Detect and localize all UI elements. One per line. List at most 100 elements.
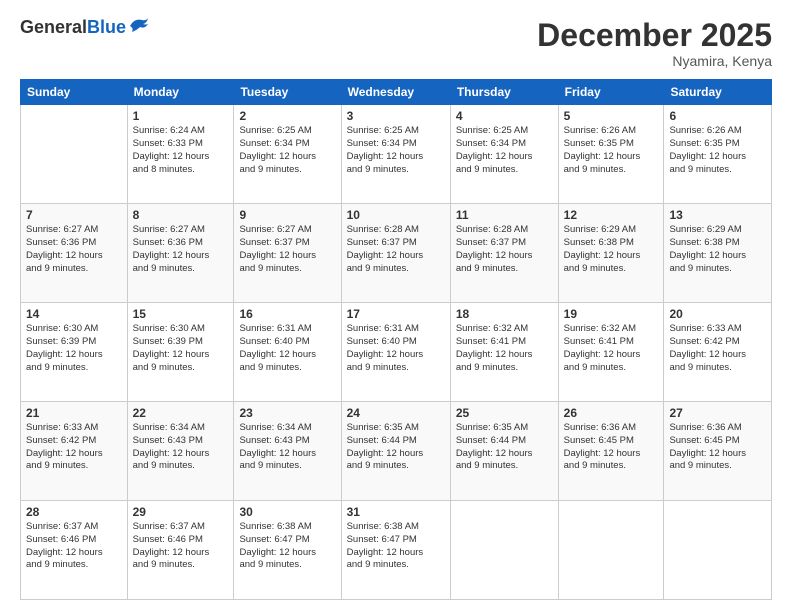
day-number: 17 [347,307,445,321]
week-row-3: 21 Sunrise: 6:33 AMSunset: 6:42 PMDayligh… [21,402,772,501]
header-row: SundayMondayTuesdayWednesdayThursdayFrid… [21,80,772,105]
day-number: 7 [26,208,122,222]
day-number: 26 [564,406,659,420]
cell-info: Sunrise: 6:25 AMSunset: 6:34 PMDaylight:… [456,125,553,176]
calendar-cell: 16 Sunrise: 6:31 AMSunset: 6:40 PMDayligh… [234,303,341,402]
day-number: 14 [26,307,122,321]
logo: GeneralBlue [20,18,150,36]
day-number: 29 [133,505,229,519]
day-number: 27 [669,406,766,420]
calendar-cell [558,501,664,600]
calendar-cell: 12 Sunrise: 6:29 AMSunset: 6:38 PMDayligh… [558,204,664,303]
day-number: 2 [239,109,335,123]
header: GeneralBlue December 2025 Nyamira, Kenya [20,18,772,69]
cell-info: Sunrise: 6:29 AMSunset: 6:38 PMDaylight:… [669,224,766,275]
cell-info: Sunrise: 6:35 AMSunset: 6:44 PMDaylight:… [347,422,445,473]
calendar-cell: 13Sunrise: 6:29 AMSunset: 6:38 PMDayligh… [664,204,772,303]
cell-info: Sunrise: 6:37 AMSunset: 6:46 PMDaylight:… [26,521,122,572]
day-number: 28 [26,505,122,519]
calendar-cell: 25Sunrise: 6:35 AMSunset: 6:44 PMDayligh… [450,402,558,501]
day-number: 10 [347,208,445,222]
cell-info: Sunrise: 6:33 AMSunset: 6:42 PMDaylight:… [669,323,766,374]
day-number: 11 [456,208,553,222]
cell-info: Sunrise: 6:32 AMSunset: 6:41 PMDaylight:… [456,323,553,374]
cell-info: Sunrise: 6:36 AMSunset: 6:45 PMDaylight:… [564,422,659,473]
cell-info: Sunrise: 6:26 AMSunset: 6:35 PMDaylight:… [669,125,766,176]
calendar-cell: 15 Sunrise: 6:30 AMSunset: 6:39 PMDayligh… [127,303,234,402]
cell-info: Sunrise: 6:31 AMSunset: 6:40 PMDaylight:… [239,323,335,374]
cell-info: Sunrise: 6:28 AMSunset: 6:37 PMDaylight:… [456,224,553,275]
calendar-cell: 28 Sunrise: 6:37 AMSunset: 6:46 PMDayligh… [21,501,128,600]
header-tuesday: Tuesday [234,80,341,105]
calendar-cell: 30Sunrise: 6:38 AMSunset: 6:47 PMDayligh… [234,501,341,600]
day-number: 18 [456,307,553,321]
calendar-cell: 5 Sunrise: 6:26 AMSunset: 6:35 PMDaylight… [558,105,664,204]
cell-info: Sunrise: 6:26 AMSunset: 6:35 PMDaylight:… [564,125,659,176]
cell-info: Sunrise: 6:32 AMSunset: 6:41 PMDaylight:… [564,323,659,374]
day-number: 8 [133,208,229,222]
calendar-cell: 19Sunrise: 6:32 AMSunset: 6:41 PMDayligh… [558,303,664,402]
calendar-cell: 9Sunrise: 6:27 AMSunset: 6:37 PMDaylight… [234,204,341,303]
cell-info: Sunrise: 6:37 AMSunset: 6:46 PMDaylight:… [133,521,229,572]
week-row-2: 14 Sunrise: 6:30 AMSunset: 6:39 PMDayligh… [21,303,772,402]
calendar-cell [21,105,128,204]
calendar-cell: 11 Sunrise: 6:28 AMSunset: 6:37 PMDayligh… [450,204,558,303]
cell-info: Sunrise: 6:25 AMSunset: 6:34 PMDaylight:… [347,125,445,176]
day-number: 1 [133,109,229,123]
cell-info: Sunrise: 6:27 AMSunset: 6:36 PMDaylight:… [133,224,229,275]
calendar-cell: 3 Sunrise: 6:25 AMSunset: 6:34 PMDaylight… [341,105,450,204]
calendar-cell: 24 Sunrise: 6:35 AMSunset: 6:44 PMDayligh… [341,402,450,501]
cell-info: Sunrise: 6:30 AMSunset: 6:39 PMDaylight:… [133,323,229,374]
calendar-cell: 1 Sunrise: 6:24 AMSunset: 6:33 PMDaylight… [127,105,234,204]
calendar-cell: 2 Sunrise: 6:25 AMSunset: 6:34 PMDaylight… [234,105,341,204]
location: Nyamira, Kenya [537,53,772,69]
cell-info: Sunrise: 6:30 AMSunset: 6:39 PMDaylight:… [26,323,122,374]
day-number: 5 [564,109,659,123]
logo-general: General [20,17,87,37]
day-number: 4 [456,109,553,123]
day-number: 31 [347,505,445,519]
calendar-cell: 31 Sunrise: 6:38 AMSunset: 6:47 PMDayligh… [341,501,450,600]
cell-info: Sunrise: 6:34 AMSunset: 6:43 PMDaylight:… [133,422,229,473]
cell-info: Sunrise: 6:31 AMSunset: 6:40 PMDaylight:… [347,323,445,374]
day-number: 15 [133,307,229,321]
day-number: 24 [347,406,445,420]
header-saturday: Saturday [664,80,772,105]
cell-info: Sunrise: 6:28 AMSunset: 6:37 PMDaylight:… [347,224,445,275]
calendar-cell: 17 Sunrise: 6:31 AMSunset: 6:40 PMDayligh… [341,303,450,402]
cell-info: Sunrise: 6:25 AMSunset: 6:34 PMDaylight:… [239,125,335,176]
cell-info: Sunrise: 6:24 AMSunset: 6:33 PMDaylight:… [133,125,229,176]
cell-info: Sunrise: 6:34 AMSunset: 6:43 PMDaylight:… [239,422,335,473]
day-number: 3 [347,109,445,123]
calendar-page: GeneralBlue December 2025 Nyamira, Kenya… [0,0,792,612]
day-number: 16 [239,307,335,321]
calendar-cell: 6 Sunrise: 6:26 AMSunset: 6:35 PMDaylight… [664,105,772,204]
cell-info: Sunrise: 6:27 AMSunset: 6:37 PMDaylight:… [239,224,335,275]
cell-info: Sunrise: 6:38 AMSunset: 6:47 PMDaylight:… [347,521,445,572]
logo-text: GeneralBlue [20,18,126,36]
cell-info: Sunrise: 6:29 AMSunset: 6:38 PMDaylight:… [564,224,659,275]
header-friday: Friday [558,80,664,105]
calendar-cell: 8 Sunrise: 6:27 AMSunset: 6:36 PMDaylight… [127,204,234,303]
header-wednesday: Wednesday [341,80,450,105]
calendar-cell: 23 Sunrise: 6:34 AMSunset: 6:43 PMDayligh… [234,402,341,501]
day-number: 12 [564,208,659,222]
calendar-cell: 10 Sunrise: 6:28 AMSunset: 6:37 PMDayligh… [341,204,450,303]
week-row-4: 28 Sunrise: 6:37 AMSunset: 6:46 PMDayligh… [21,501,772,600]
bird-icon [128,16,150,34]
title-block: December 2025 Nyamira, Kenya [537,18,772,69]
cell-info: Sunrise: 6:38 AMSunset: 6:47 PMDaylight:… [239,521,335,572]
calendar-cell: 7Sunrise: 6:27 AMSunset: 6:36 PMDaylight… [21,204,128,303]
calendar-cell [664,501,772,600]
header-sunday: Sunday [21,80,128,105]
day-number: 23 [239,406,335,420]
day-number: 6 [669,109,766,123]
cell-info: Sunrise: 6:33 AMSunset: 6:42 PMDaylight:… [26,422,122,473]
day-number: 21 [26,406,122,420]
calendar-cell: 21 Sunrise: 6:33 AMSunset: 6:42 PMDayligh… [21,402,128,501]
cell-info: Sunrise: 6:35 AMSunset: 6:44 PMDaylight:… [456,422,553,473]
calendar-cell: 22Sunrise: 6:34 AMSunset: 6:43 PMDayligh… [127,402,234,501]
header-monday: Monday [127,80,234,105]
calendar-cell: 29 Sunrise: 6:37 AMSunset: 6:46 PMDayligh… [127,501,234,600]
logo-blue: Blue [87,17,126,37]
